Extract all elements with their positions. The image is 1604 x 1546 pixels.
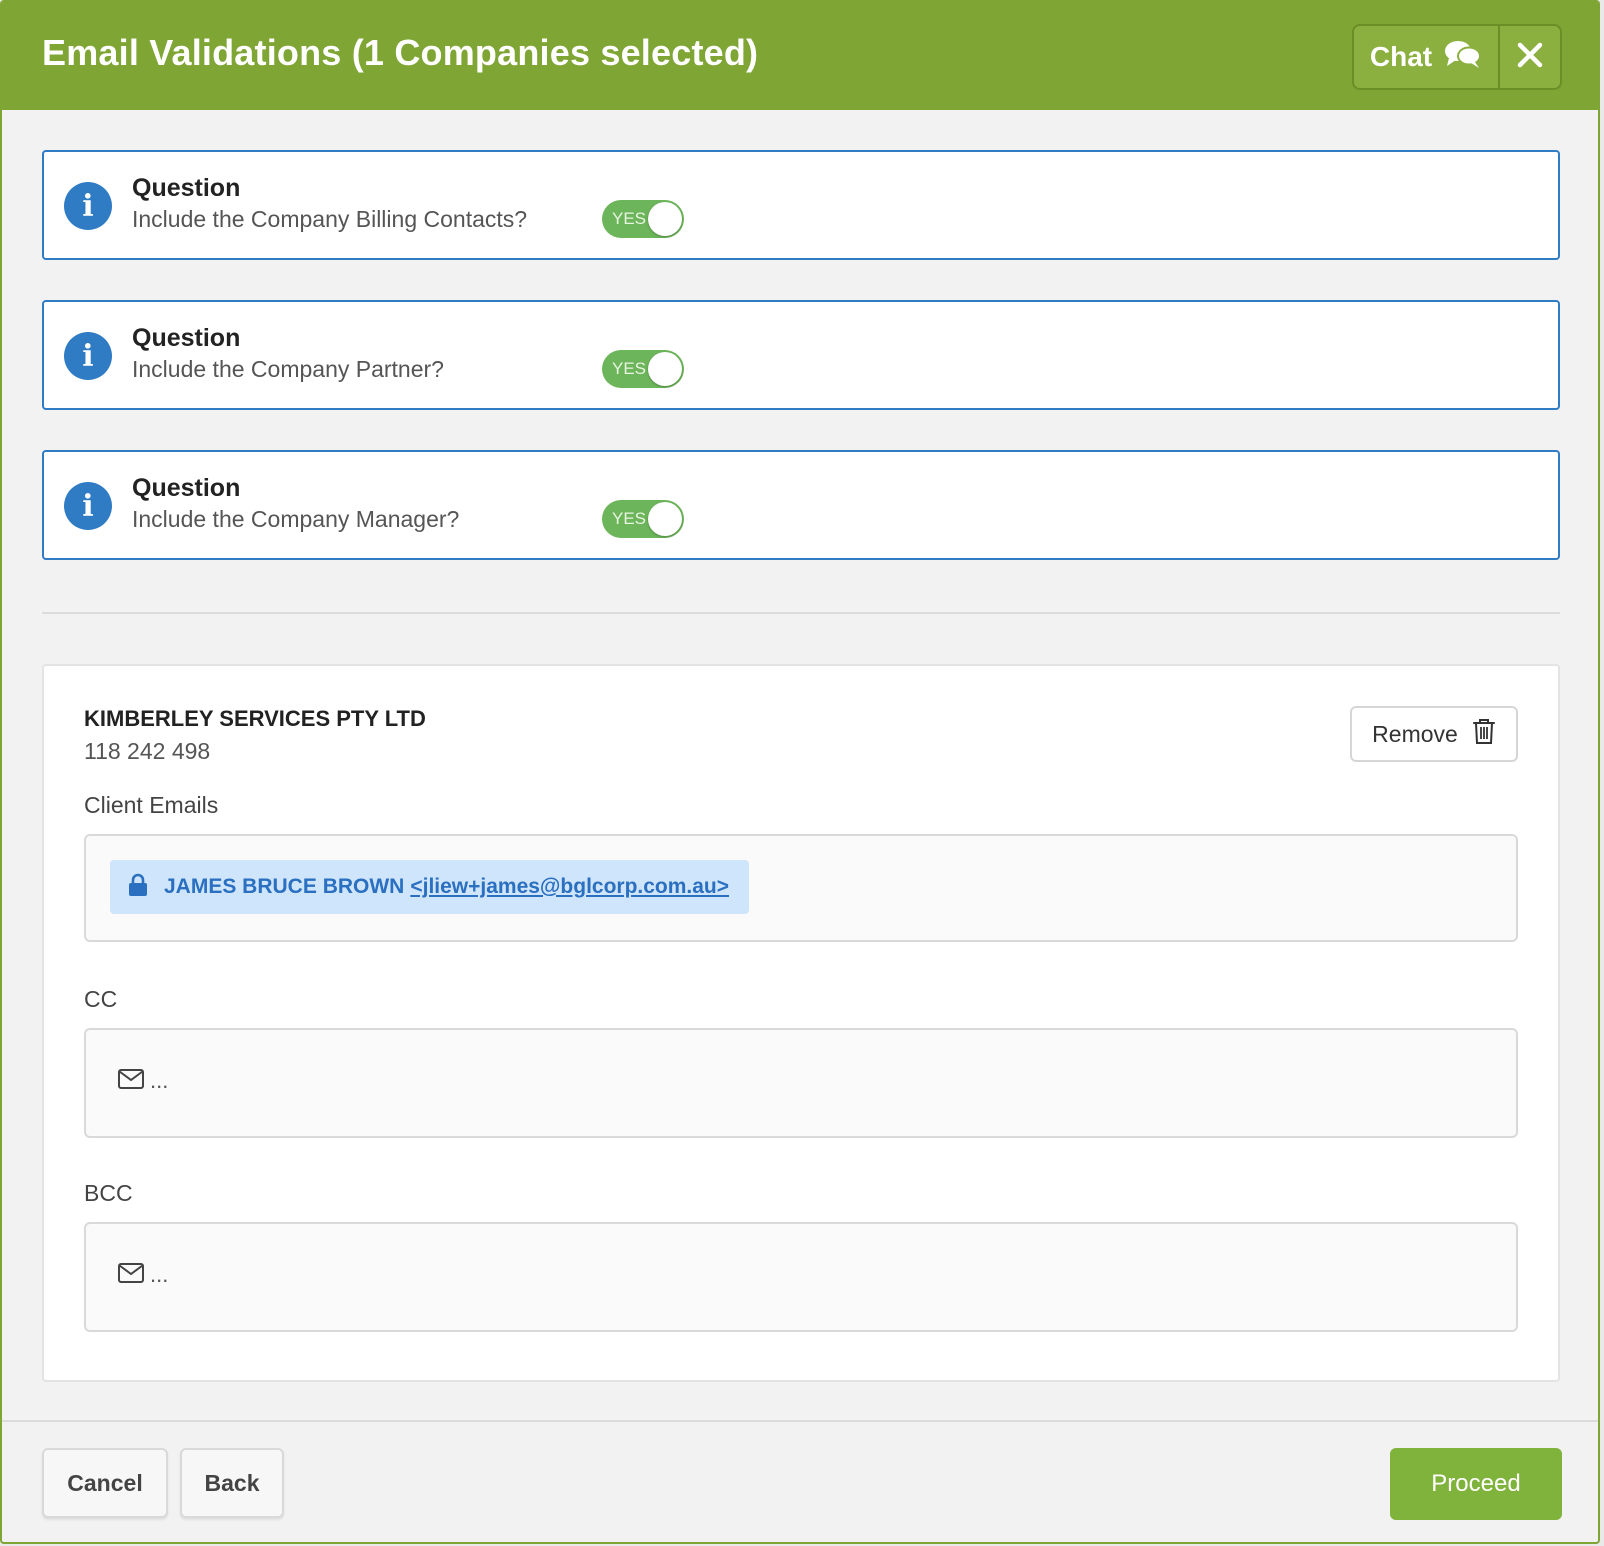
info-icon: i [64,332,112,380]
company-name: KIMBERLEY SERVICES PTY LTD [84,706,426,731]
bcc-label: BCC [84,1180,133,1206]
question-title: Question [132,324,241,352]
manager-toggle[interactable]: YES [602,500,684,538]
lock-icon [128,873,148,902]
question-card-billing-contacts: i Question Include the Company Billing C… [42,150,1560,260]
envelope-icon [118,1068,144,1094]
cc-placeholder-text: ... [150,1068,169,1093]
cancel-button[interactable]: Cancel [42,1448,168,1518]
question-text: Include the Company Manager? [132,506,460,532]
chat-button[interactable]: Chat [1354,26,1500,88]
billing-contacts-toggle[interactable]: YES [602,200,684,238]
modal-header: Email Validations (1 Companies selected)… [2,2,1598,110]
toggle-knob [648,202,682,236]
toggle-label: YES [612,509,647,528]
client-emails-field[interactable]: JAMES BRUCE BROWN <jliew+james@bglcorp.c… [84,834,1518,942]
info-icon: i [64,482,112,530]
client-emails-label: Client Emails [84,792,219,818]
header-actions: Chat [1352,24,1562,90]
remove-button-label: Remove [1372,720,1458,747]
question-text: Include the Company Billing Contacts? [132,206,528,232]
back-button[interactable]: Back [180,1448,284,1518]
chip-contact-name: JAMES BRUCE BROWN [164,875,405,898]
chip-email-link[interactable]: <jliew+james@bglcorp.com.au> [410,875,729,899]
chat-button-label: Chat [1369,41,1433,72]
question-text: Include the Company Partner? [132,356,444,382]
company-card: KIMBERLEY SERVICES PTY LTD 118 242 498 R… [42,664,1560,1382]
envelope-icon [118,1262,144,1288]
remove-button[interactable]: Remove [1350,706,1518,762]
chat-bubbles-icon [1444,39,1482,76]
company-abn: 118 242 498 [84,738,211,764]
client-email-chip[interactable]: JAMES BRUCE BROWN <jliew+james@bglcorp.c… [110,860,750,914]
question-card-partner: i Question Include the Company Partner? … [42,300,1560,410]
toggle-label: YES [612,209,647,228]
proceed-button[interactable]: Proceed [1390,1448,1562,1520]
info-icon: i [64,182,112,230]
question-title: Question [132,174,241,202]
question-card-manager: i Question Include the Company Manager? … [42,450,1560,560]
email-validations-modal: Email Validations (1 Companies selected)… [0,0,1600,1544]
bcc-placeholder: ... [118,1262,168,1288]
cc-placeholder: ... [118,1068,168,1094]
section-divider [42,612,1560,614]
partner-toggle[interactable]: YES [602,350,684,388]
modal-title: Email Validations (1 Companies selected) [42,32,759,73]
close-button[interactable] [1500,26,1560,88]
cc-field[interactable]: ... [84,1028,1518,1138]
toggle-knob [648,352,682,386]
toggle-label: YES [612,359,647,378]
bcc-placeholder-text: ... [150,1262,169,1287]
cc-label: CC [84,986,118,1012]
toggle-knob [648,502,682,536]
bcc-field[interactable]: ... [84,1222,1518,1332]
question-title: Question [132,474,241,502]
close-icon [1517,42,1543,73]
trash-icon [1472,717,1496,751]
footer-divider [2,1420,1598,1422]
